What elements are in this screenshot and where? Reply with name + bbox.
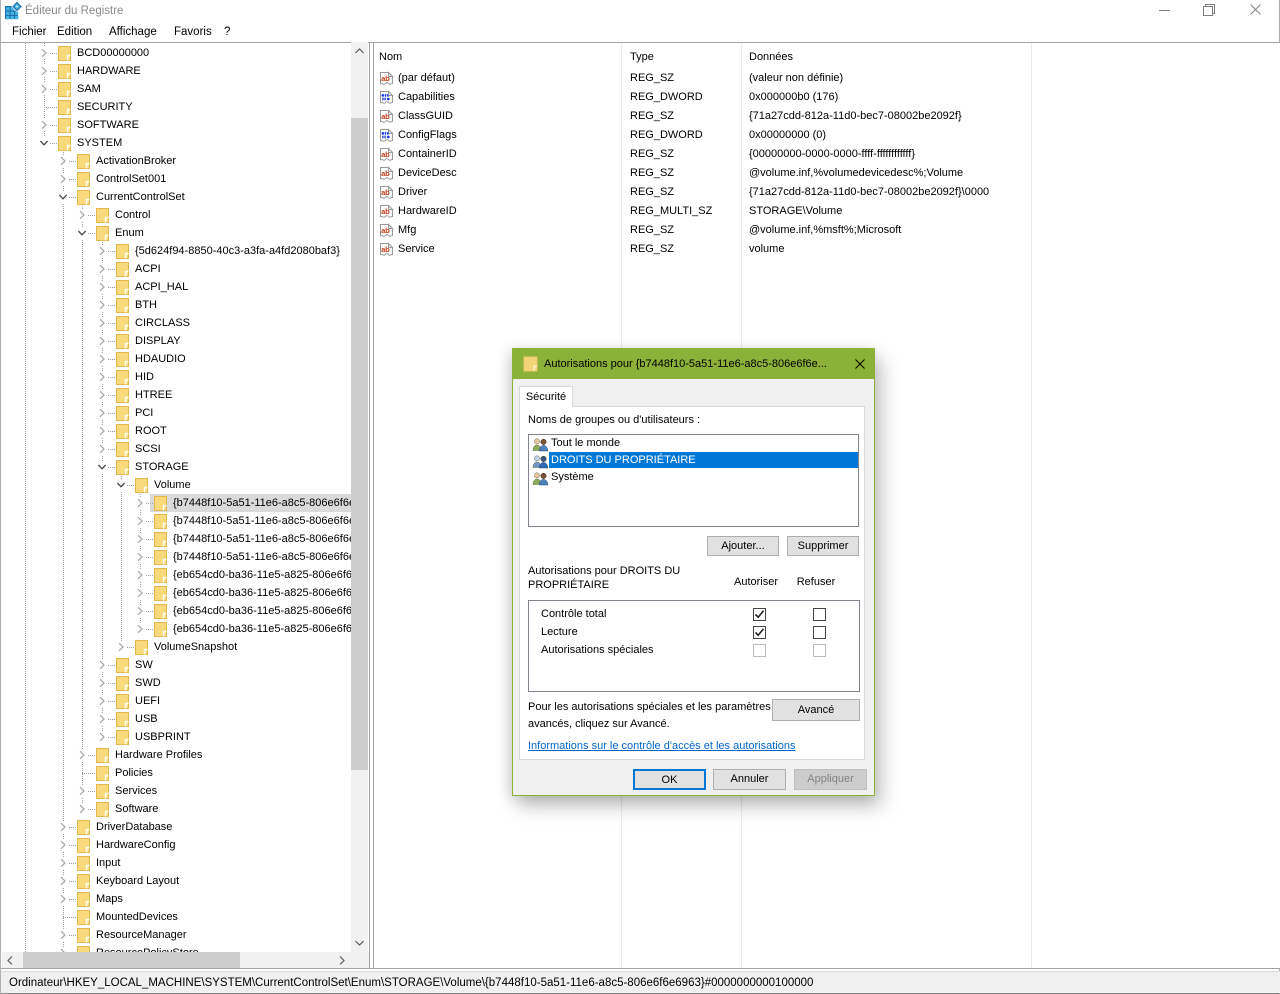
- svg-text:ab: ab: [381, 150, 390, 159]
- svg-text:ab: ab: [381, 188, 390, 197]
- svg-text:ab: ab: [381, 169, 390, 178]
- svg-text:ab: ab: [381, 207, 390, 216]
- svg-text:ab: ab: [381, 112, 390, 121]
- svg-text:ab: ab: [381, 74, 390, 83]
- svg-text:ab: ab: [381, 226, 390, 235]
- svg-text:ab: ab: [381, 245, 390, 254]
